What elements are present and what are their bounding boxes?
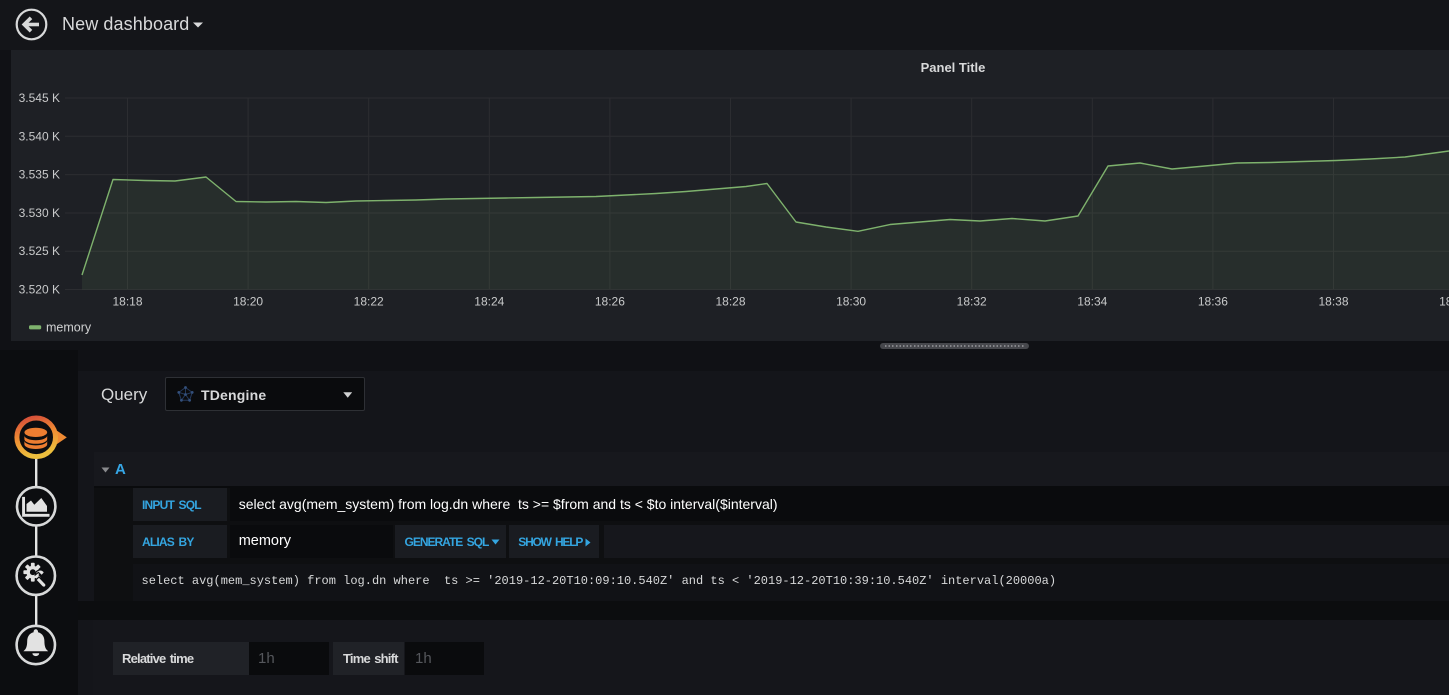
svg-text:3.520 K: 3.520 K (19, 283, 60, 297)
svg-text:18:38: 18:38 (1318, 295, 1348, 309)
svg-text:18:28: 18:28 (715, 295, 745, 309)
svg-text:18:18: 18:18 (112, 295, 142, 309)
svg-text:18:22: 18:22 (354, 295, 384, 309)
svg-text:18:20: 18:20 (233, 295, 263, 309)
svg-text:18:26: 18:26 (595, 295, 625, 309)
svg-text:3.530 K: 3.530 K (19, 206, 60, 220)
svg-text:18:24: 18:24 (474, 295, 504, 309)
svg-text:3.545 K: 3.545 K (19, 91, 60, 105)
svg-text:18:36: 18:36 (1198, 295, 1228, 309)
svg-text:3.525 K: 3.525 K (19, 244, 60, 258)
svg-text:18:32: 18:32 (957, 295, 987, 309)
svg-text:18:34: 18:34 (1077, 295, 1107, 309)
svg-text:memory: memory (46, 321, 92, 335)
svg-text:3.535 K: 3.535 K (19, 168, 60, 182)
svg-text:3.540 K: 3.540 K (19, 129, 60, 143)
svg-text:18:30: 18:30 (836, 295, 866, 309)
svg-text:18:40: 18:40 (1439, 295, 1449, 309)
